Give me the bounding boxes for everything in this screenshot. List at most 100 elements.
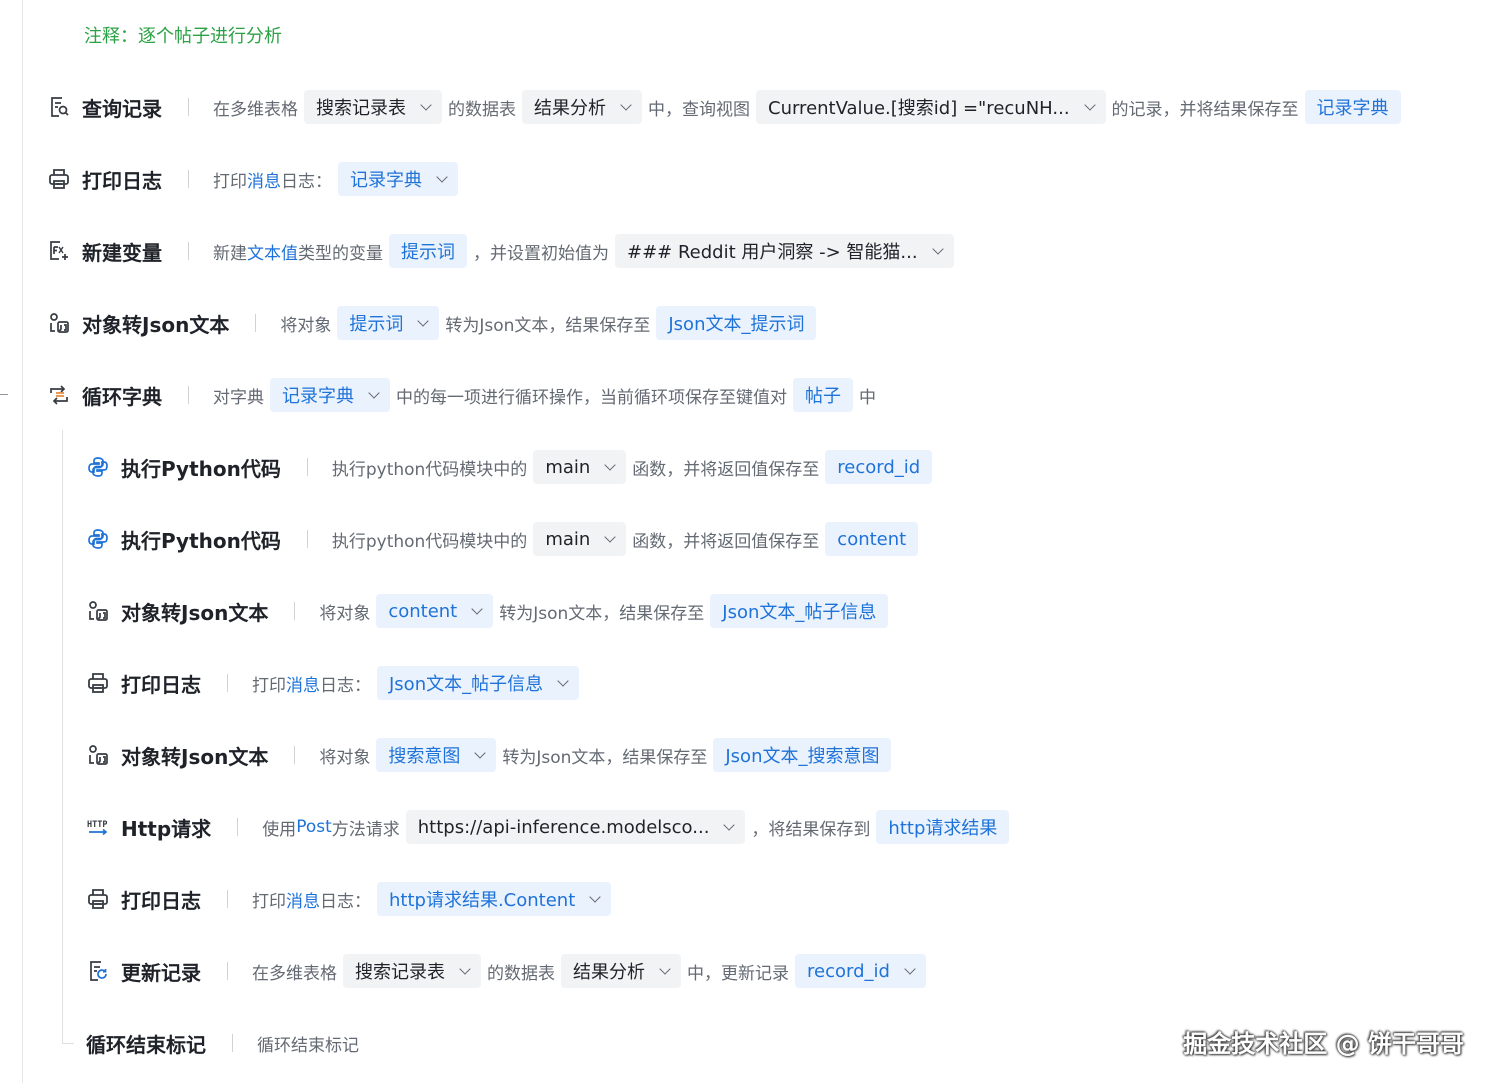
step-text: 类型的变量 (298, 243, 383, 264)
step-text: 循环结束标记 (257, 1035, 359, 1056)
divider (188, 242, 189, 260)
log-level-keyword[interactable]: 消息 (286, 671, 320, 696)
chip-label: 搜索意图 (388, 746, 461, 767)
python-icon (85, 526, 111, 552)
object-to-json-icon (85, 598, 111, 624)
step-text: 中，更新记录 (687, 963, 789, 984)
chevron-down-icon (471, 602, 483, 615)
step-text: 转为Json文本，结果保存至 (445, 315, 651, 336)
step-object-to-json[interactable]: 对象转Json文本 将对象 content 转为Json文本，结果保存至 Jso… (85, 593, 894, 629)
output-variable[interactable]: Json文本_帖子信息 (710, 594, 889, 628)
step-object-to-json[interactable]: 对象转Json文本 将对象 搜索意图 转为Json文本，结果保存至 Json文本… (85, 737, 897, 773)
output-variable[interactable]: Json文本_搜索意图 (713, 738, 892, 772)
object-select[interactable]: 提示词 (337, 306, 440, 340)
step-title: 执行Python代码 (121, 456, 281, 481)
query-record-icon (46, 94, 72, 120)
table-select[interactable]: 搜索记录表 (304, 90, 442, 124)
collapse-toggle[interactable] (0, 394, 8, 395)
url-select[interactable]: https://api-inference.modelsco... (405, 810, 746, 844)
sheet-select[interactable]: 结果分析 (522, 90, 642, 124)
step-loop-end[interactable]: 循环结束标记 循环结束标记 (76, 1025, 359, 1061)
initial-value-select[interactable]: ### Reddit 用户洞察 -> 智能猫... (615, 234, 954, 268)
chip-label: 结果分析 (534, 98, 606, 119)
python-icon (85, 454, 111, 480)
chevron-down-icon (620, 98, 632, 111)
step-text: 执行python代码模块中的 (331, 531, 528, 552)
step-print-log[interactable]: 打印日志 打印 消息 日志： Json文本_帖子信息 (85, 665, 585, 701)
log-variable-select[interactable]: 记录字典 (338, 162, 458, 196)
chevron-down-icon (368, 386, 380, 399)
step-title: 打印日志 (121, 672, 201, 697)
step-update-record[interactable]: 更新记录 在多维表格 搜索记录表 的数据表 结果分析 中，更新记录 record… (85, 953, 932, 989)
output-variable[interactable]: http请求结果 (876, 810, 1010, 844)
record-select[interactable]: record_id (795, 954, 926, 988)
watermark: 掘金技术社区 @ 饼干哥哥 (1183, 1030, 1464, 1058)
step-text: 函数，并将返回值保存至 (632, 531, 820, 552)
step-text: 日志： (320, 891, 371, 912)
step-text: 将对象 (319, 603, 371, 624)
chip-label: content (388, 600, 458, 622)
step-text: 日志： (320, 675, 371, 696)
output-variable[interactable]: content (825, 522, 919, 556)
step-object-to-json[interactable]: 对象转Json文本 将对象 提示词 转为Json文本，结果保存至 Json文本_… (46, 305, 822, 341)
divider (294, 746, 296, 764)
chip-label: main (545, 456, 591, 478)
step-run-python[interactable]: 执行Python代码 执行python代码模块中的 main 函数，并将返回值保… (85, 449, 938, 485)
step-print-log[interactable]: 打印日志 打印 消息 日志： http请求结果.Content (85, 881, 617, 917)
view-select[interactable]: CurrentValue.[搜索id] ="recuNH... (756, 90, 1106, 124)
output-variable[interactable]: record_id (825, 450, 933, 484)
log-level-keyword[interactable]: 消息 (247, 167, 281, 192)
chevron-down-icon (436, 170, 448, 183)
chip-label: record_id (807, 960, 890, 982)
chevron-down-icon (604, 458, 616, 471)
loop-dict-icon (46, 382, 72, 408)
output-variable[interactable]: Json文本_提示词 (656, 306, 817, 340)
step-title: 打印日志 (121, 888, 201, 913)
step-text: ，将结果保存到 (751, 819, 871, 840)
object-select[interactable]: 搜索意图 (376, 738, 497, 772)
output-variable[interactable]: 记录字典 (1304, 90, 1401, 124)
chip-label: https://api-inference.modelsco... (417, 816, 710, 838)
chevron-down-icon (904, 962, 916, 975)
step-query-record[interactable]: 查询记录 在多维表格 搜索记录表 的数据表 结果分析 中，查询视图 Curren… (46, 89, 1407, 125)
loop-item-variable[interactable]: 帖子 (793, 378, 853, 412)
dict-select[interactable]: 记录字典 (270, 378, 390, 412)
step-text: 在多维表格 (252, 963, 337, 984)
chip-label: ### Reddit 用户洞察 -> 智能猫... (627, 242, 918, 263)
chip-label: http请求结果.Content (389, 890, 576, 911)
step-run-python[interactable]: 执行Python代码 执行python代码模块中的 main 函数，并将返回值保… (85, 521, 924, 557)
step-title: 对象转Json文本 (82, 312, 230, 337)
step-text: 的数据表 (448, 99, 516, 120)
log-variable-select[interactable]: http请求结果.Content (377, 882, 612, 916)
variable-type-keyword[interactable]: 文本值 (247, 239, 298, 264)
log-level-keyword[interactable]: 消息 (286, 887, 320, 912)
step-text: 的记录，并将结果保存至 (1111, 99, 1299, 120)
object-to-json-icon (85, 742, 111, 768)
variable-name[interactable]: 提示词 (389, 234, 467, 268)
step-text: 使用 (262, 819, 297, 840)
object-to-json-icon (46, 310, 72, 336)
object-select[interactable]: content (376, 594, 494, 628)
step-text: 转为Json文本，结果保存至 (499, 603, 705, 624)
table-select[interactable]: 搜索记录表 (343, 954, 481, 988)
chip-label: CurrentValue.[搜索id] ="recuNH... (768, 98, 1070, 119)
step-text: 日志： (281, 171, 332, 192)
step-title: Http请求 (121, 816, 212, 841)
http-method-keyword[interactable]: Post (296, 817, 332, 837)
step-comment: 注释：逐个帖子进行分析 (84, 26, 282, 47)
log-variable-select[interactable]: Json文本_帖子信息 (377, 666, 580, 700)
chevron-down-icon (557, 674, 569, 687)
step-title: 查询记录 (82, 96, 162, 121)
step-title: 对象转Json文本 (121, 600, 269, 625)
chevron-down-icon (604, 530, 616, 543)
sheet-select[interactable]: 结果分析 (561, 954, 681, 988)
step-http-request[interactable]: HTTP Http请求 使用 Post 方法请求 https://api-infer… (85, 809, 1015, 845)
loop-guide-end (62, 1043, 74, 1044)
function-select[interactable]: main (533, 522, 627, 556)
function-select[interactable]: main (533, 450, 627, 484)
step-print-log[interactable]: 打印日志 打印 消息 日志： 记录字典 (46, 161, 464, 197)
chevron-down-icon (659, 962, 671, 975)
step-new-variable[interactable]: 新建变量 新建 文本值 类型的变量 提示词 ，并设置初始值为 ### Reddit … (46, 233, 960, 269)
step-loop-dict[interactable]: 循环字典 对字典 记录字典 中的每一项进行循环操作，当前循环项保存至键值对 帖子… (46, 377, 876, 413)
step-text: ，并设置初始值为 (473, 243, 609, 264)
